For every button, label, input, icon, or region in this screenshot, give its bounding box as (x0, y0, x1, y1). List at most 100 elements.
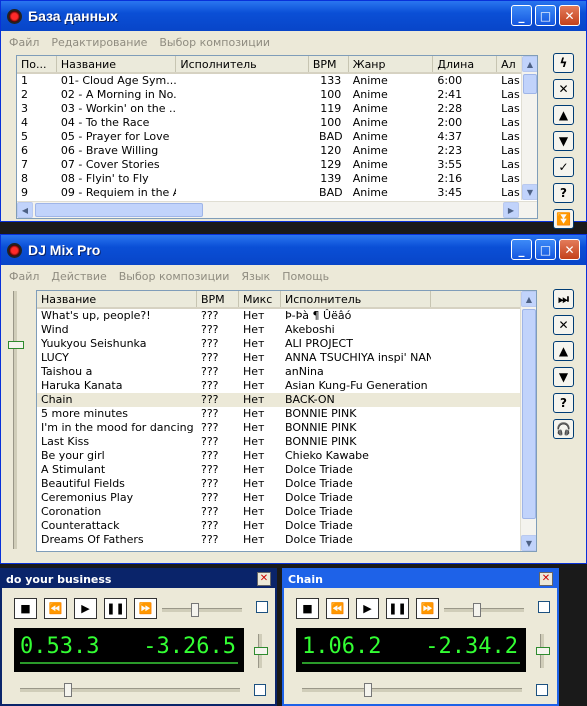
move-down-icon[interactable]: ▼ (553, 131, 574, 151)
playlist-row[interactable]: Chain??? Нет BACK-ON (37, 393, 536, 407)
column-header[interactable]: Исполнитель (281, 291, 431, 307)
maximize-button[interactable]: □ (535, 239, 556, 260)
position-slider[interactable] (302, 683, 522, 697)
scroll-up-button[interactable]: ▲ (521, 291, 536, 307)
loop-checkbox[interactable] (538, 601, 550, 613)
headphones-icon[interactable]: 🎧 (553, 419, 574, 439)
fast-forward-icon[interactable]: ⏩ (416, 598, 439, 619)
playlist-row[interactable]: Beautiful Fields??? Нет Dolce Triade (37, 477, 536, 491)
play-icon[interactable]: ▶ (356, 598, 379, 619)
scroll-left-button[interactable]: ◀ (17, 202, 33, 218)
move-down-icon[interactable]: ▼ (553, 367, 574, 387)
table-row[interactable]: 5 05 - Prayer for Love BAD Anime 4:37 Las (17, 130, 537, 144)
menu-select[interactable]: Выбор композиции (119, 270, 230, 283)
play-next-icon[interactable]: ⏭ (553, 289, 574, 309)
scroll-down-button[interactable]: ▼ (522, 184, 537, 200)
table-row[interactable]: 7 07 - Cover Stories 129 Anime 3:55 Las (17, 158, 537, 172)
playlist-row[interactable]: Dreams Of Fathers??? Нет Dolce Triade (37, 533, 536, 547)
check-icon[interactable]: ✓ (553, 157, 574, 177)
column-header[interactable]: Жанр (349, 56, 434, 72)
menu-action[interactable]: Действие (51, 270, 106, 283)
playlist-row[interactable]: Last Kiss??? Нет BONNIE PINK (37, 435, 536, 449)
playlist-table[interactable]: Название BPM Микс Исполнитель What's up, pe… (36, 290, 537, 552)
playlist-row[interactable]: What's up, people?!??? Нет Þ-Þà ¶ Ûëâó (37, 309, 536, 323)
crossfade-slider[interactable] (8, 291, 24, 549)
pitch-slider[interactable] (162, 603, 242, 617)
hscroll-thumb[interactable] (35, 203, 203, 217)
column-header[interactable]: Название (57, 56, 177, 72)
playlist-row[interactable]: 5 more minutes??? Нет BONNIE PINK (37, 407, 536, 421)
playlist-row[interactable]: Taishou a??? Нет anNina (37, 365, 536, 379)
playlist-row[interactable]: Be your girl??? Нет Chieko Kawabe (37, 449, 536, 463)
playlist-vscroll[interactable]: ▲ ▼ (520, 291, 536, 551)
playlist-row[interactable]: LUCY??? Нет ANNA TSUCHIYA inspi' NAN... (37, 351, 536, 365)
playlist-row[interactable]: Yuukyou Seishunka??? Нет ALI PROJECT (37, 337, 536, 351)
menu-file[interactable]: Файл (9, 270, 39, 283)
menu-help[interactable]: Помощь (282, 270, 329, 283)
loop-checkbox[interactable] (256, 601, 268, 613)
volume-slider[interactable] (536, 634, 550, 668)
column-header[interactable]: Микс (239, 291, 281, 307)
pitch-slider[interactable] (444, 603, 524, 617)
playlist-row[interactable]: Wind??? Нет Akeboshi (37, 323, 536, 337)
table-row[interactable]: 8 08 - Flyin' to Fly 139 Anime 2:16 Las (17, 172, 537, 186)
database-vscroll[interactable]: ▲ ▼ (521, 56, 537, 200)
volume-slider[interactable] (254, 634, 268, 668)
help-icon[interactable]: ? (553, 183, 574, 203)
column-header[interactable]: По... (17, 56, 57, 72)
auto-checkbox[interactable] (254, 684, 266, 696)
column-header[interactable]: BPM (309, 56, 349, 72)
table-row[interactable]: 2 02 - A Morning in No... 100 Anime 2:41 Las (17, 88, 537, 102)
close-button[interactable]: ✕ (559, 5, 580, 26)
close-icon[interactable]: ✕ (539, 572, 553, 586)
pause-icon[interactable]: ❚❚ (386, 598, 409, 619)
column-header[interactable]: Название (37, 291, 197, 307)
playlist-row[interactable]: A Stimulant??? Нет Dolce Triade (37, 463, 536, 477)
column-header[interactable]: Длина (433, 56, 498, 72)
auto-checkbox[interactable] (536, 684, 548, 696)
djmix-titlebar[interactable]: DJ Mix Pro _ □ ✕ (1, 235, 586, 265)
deck-title-bar[interactable]: Chain ✕ (284, 570, 557, 588)
playlist-row[interactable]: Counterattack??? Нет Dolce Triade (37, 519, 536, 533)
playlist-row[interactable]: Haruka Kanata??? Нет Asian Kung-Fu Generat… (37, 379, 536, 393)
deck-title-bar[interactable]: do your business ✕ (2, 570, 275, 588)
menu-select[interactable]: Выбор композиции (159, 36, 270, 49)
stop-icon[interactable]: ■ (14, 598, 37, 619)
play-icon[interactable]: ▶ (74, 598, 97, 619)
position-slider[interactable] (20, 683, 240, 697)
pause-icon[interactable]: ❚❚ (104, 598, 127, 619)
scroll-thumb[interactable] (523, 74, 537, 94)
double-down-icon[interactable]: ⏬ (553, 209, 574, 229)
move-up-icon[interactable]: ▲ (553, 105, 574, 125)
help-icon[interactable]: ? (553, 393, 574, 413)
minimize-button[interactable]: _ (511, 5, 532, 26)
move-up-icon[interactable]: ▲ (553, 341, 574, 361)
maximize-button[interactable]: □ (535, 5, 556, 26)
close-icon[interactable]: ✕ (257, 572, 271, 586)
menu-language[interactable]: Язык (241, 270, 270, 283)
scroll-up-button[interactable]: ▲ (522, 56, 537, 72)
table-row[interactable]: 1 01- Cloud Age Sym... 133 Anime 6:00 Las (17, 74, 537, 88)
delete-icon[interactable]: ✕ (553, 315, 574, 335)
playlist-row[interactable]: Coronation??? Нет Dolce Triade (37, 505, 536, 519)
minimize-button[interactable]: _ (511, 239, 532, 260)
table-row[interactable]: 3 03 - Workin' on the ... 119 Anime 2:28 Las (17, 102, 537, 116)
database-titlebar[interactable]: База данных _ □ ✕ (1, 1, 586, 31)
lightning-icon[interactable]: ϟ (553, 53, 574, 73)
close-button[interactable]: ✕ (559, 239, 580, 260)
playlist-row[interactable]: I'm in the mood for dancing??? Нет BONNIE … (37, 421, 536, 435)
menu-edit[interactable]: Редактирование (51, 36, 147, 49)
column-header[interactable]: BPM (197, 291, 239, 307)
table-row[interactable]: 4 04 - To the Race 100 Anime 2:00 Las (17, 116, 537, 130)
menu-file[interactable]: Файл (9, 36, 39, 49)
fast-forward-icon[interactable]: ⏩ (134, 598, 157, 619)
table-row[interactable]: 9 09 - Requiem in the Air BAD Anime 3:45 Las (17, 186, 537, 200)
database-hscroll[interactable]: ◀ ▶ (17, 201, 537, 218)
column-header[interactable]: Исполнитель (176, 56, 309, 72)
scroll-thumb[interactable] (522, 309, 536, 519)
delete-icon[interactable]: ✕ (553, 79, 574, 99)
scroll-right-button[interactable]: ▶ (503, 202, 519, 218)
rewind-icon[interactable]: ⏪ (326, 598, 349, 619)
rewind-icon[interactable]: ⏪ (44, 598, 67, 619)
scroll-down-button[interactable]: ▼ (521, 535, 536, 551)
